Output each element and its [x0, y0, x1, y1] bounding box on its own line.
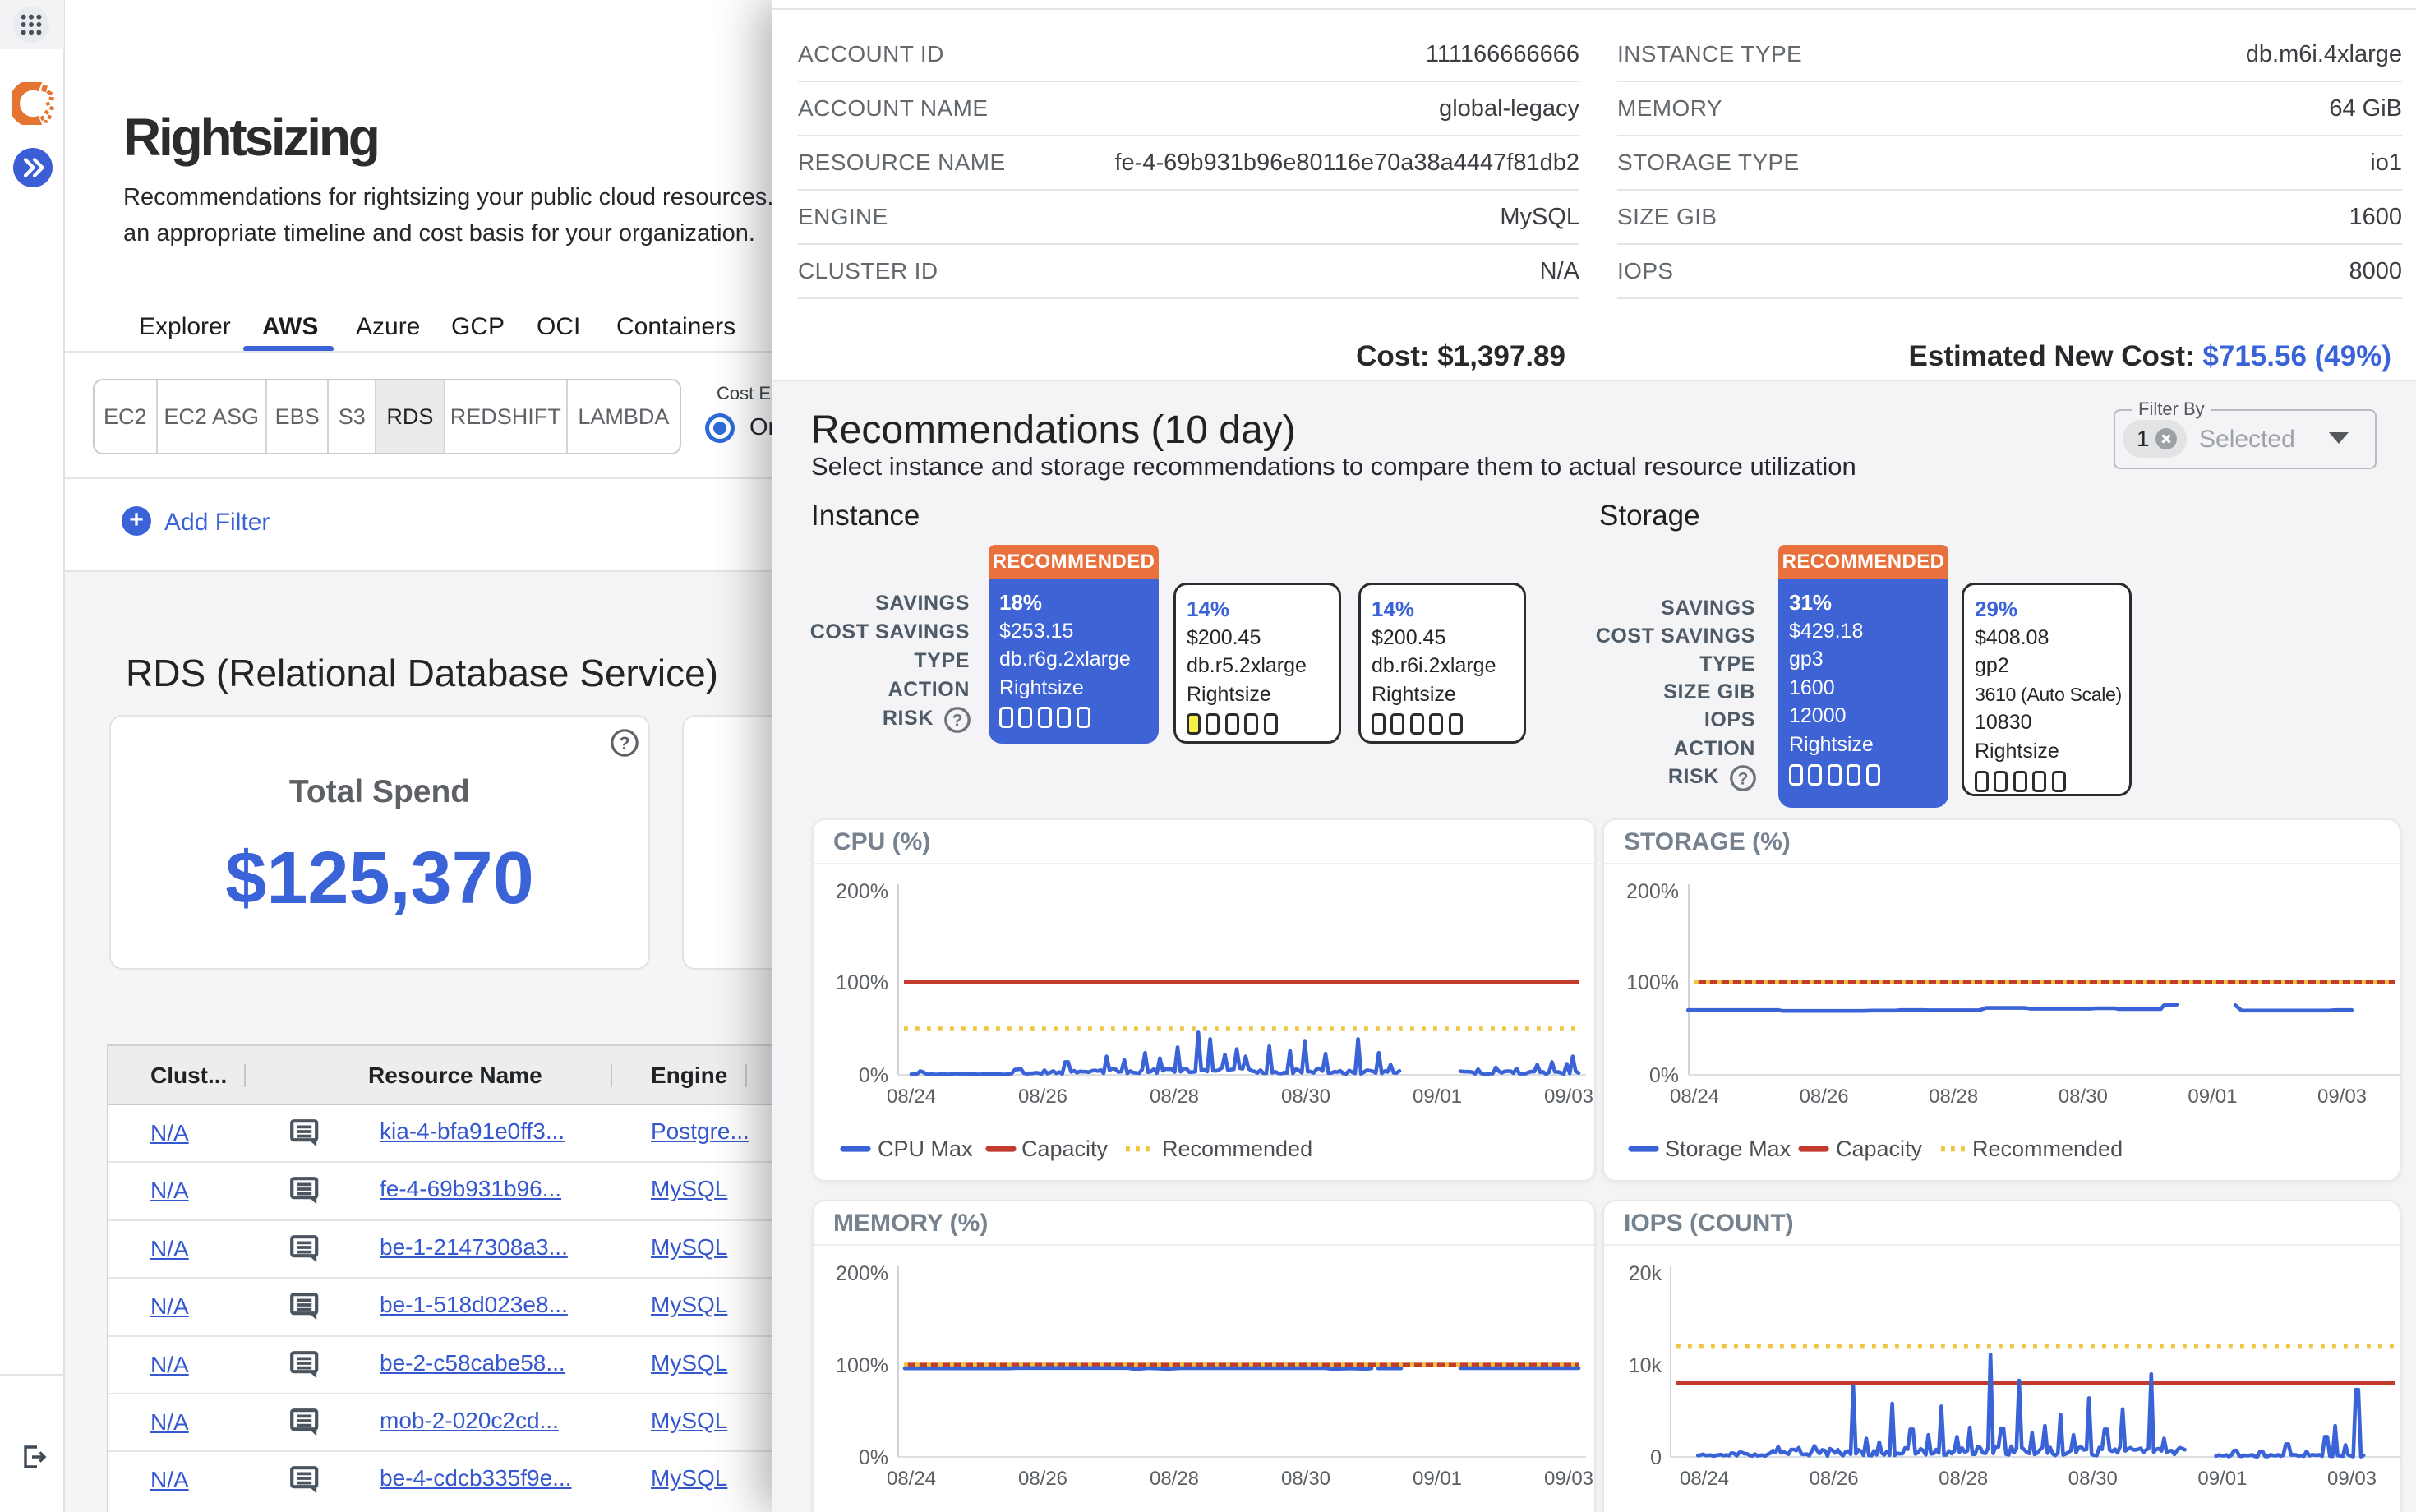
svg-text:09/01: 09/01: [1413, 1086, 1462, 1108]
svg-text:?: ?: [952, 712, 963, 731]
svg-text:09/03: 09/03: [1544, 1086, 1593, 1108]
svg-text:08/24: 08/24: [887, 1086, 936, 1108]
svg-text:09/01: 09/01: [2197, 1468, 2247, 1490]
svg-text:08/26: 08/26: [1800, 1086, 1849, 1108]
svg-text:09/01: 09/01: [1413, 1468, 1462, 1490]
svg-text:08/24: 08/24: [887, 1468, 936, 1490]
svg-text:08/30: 08/30: [2068, 1468, 2118, 1490]
svg-text:200%: 200%: [1626, 880, 1679, 903]
svg-text:08/28: 08/28: [1939, 1468, 1988, 1490]
svg-text:08/24: 08/24: [1680, 1468, 1729, 1490]
svg-text:200%: 200%: [836, 880, 888, 903]
svg-text:100%: 100%: [1626, 971, 1679, 994]
svg-text:08/28: 08/28: [1929, 1086, 1978, 1108]
svg-text:08/26: 08/26: [1018, 1086, 1067, 1108]
svg-text:09/03: 09/03: [2327, 1468, 2377, 1490]
svg-text:Storage Max: Storage Max: [1665, 1136, 1791, 1161]
svg-text:Capacity: Capacity: [1836, 1136, 1923, 1161]
svg-text:08/30: 08/30: [1281, 1468, 1330, 1490]
svg-text:08/28: 08/28: [1150, 1468, 1199, 1490]
svg-text:0: 0: [1650, 1446, 1662, 1469]
svg-text:08/30: 08/30: [1281, 1086, 1330, 1108]
svg-text:10k: 10k: [1629, 1354, 1662, 1377]
svg-text:08/26: 08/26: [1018, 1468, 1067, 1490]
svg-text:09/03: 09/03: [2317, 1086, 2367, 1108]
svg-text:20k: 20k: [1629, 1262, 1662, 1285]
svg-text:0%: 0%: [859, 1446, 888, 1469]
svg-text:08/28: 08/28: [1150, 1086, 1199, 1108]
svg-text:200%: 200%: [836, 1262, 888, 1285]
svg-text:09/01: 09/01: [2188, 1086, 2237, 1108]
svg-text:08/30: 08/30: [2059, 1086, 2108, 1108]
svg-text:09/03: 09/03: [1544, 1468, 1593, 1490]
svg-text:Capacity: Capacity: [1021, 1136, 1109, 1161]
svg-text:?: ?: [619, 733, 629, 754]
svg-text:100%: 100%: [836, 971, 888, 994]
svg-text:0%: 0%: [859, 1064, 888, 1087]
svg-text:CPU Max: CPU Max: [878, 1136, 973, 1161]
svg-text:Recommended: Recommended: [1972, 1136, 2123, 1161]
svg-text:08/24: 08/24: [1670, 1086, 1719, 1108]
svg-text:100%: 100%: [836, 1354, 888, 1377]
svg-text:0%: 0%: [1649, 1064, 1679, 1087]
svg-text:Recommended: Recommended: [1162, 1136, 1312, 1161]
svg-text:?: ?: [1738, 770, 1749, 789]
svg-text:08/26: 08/26: [1810, 1468, 1859, 1490]
